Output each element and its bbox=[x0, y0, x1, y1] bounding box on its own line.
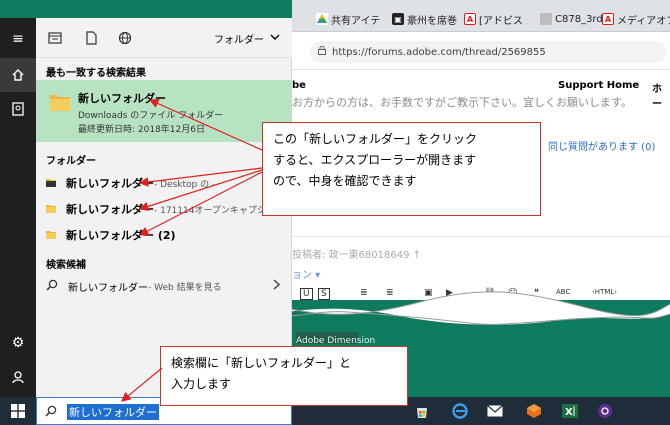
best-match-location: Downloads のファイル フォルダー bbox=[78, 111, 224, 121]
divider bbox=[292, 236, 670, 237]
app-cube-icon[interactable] bbox=[525, 402, 543, 420]
action-link[interactable]: ョン ▾ bbox=[292, 266, 320, 281]
author-line: 投稿者: 政一東68018649 ↑ bbox=[292, 250, 422, 261]
google-drive-icon bbox=[316, 13, 328, 25]
home-icon[interactable] bbox=[0, 58, 36, 92]
search-query-text: 新しいフォルダー bbox=[67, 404, 159, 420]
tab-label: 共有アイテ bbox=[331, 15, 381, 27]
list-item[interactable]: 新しいフォルダー - Desktop の - bbox=[36, 170, 292, 196]
browser-tab-3[interactable]: A [アドビス bbox=[460, 6, 532, 32]
search-icon bbox=[46, 279, 58, 294]
folder-location: - Desktop の - bbox=[154, 179, 216, 190]
apps-filter-icon[interactable] bbox=[48, 31, 62, 45]
suggestions-heading: 検索候補 bbox=[46, 260, 86, 271]
browser-tab-2[interactable]: ▣ 豪州を席巻 ✕ bbox=[388, 6, 460, 32]
tab-label: 豪州を席巻 bbox=[407, 15, 457, 27]
chevron-right-icon[interactable] bbox=[273, 279, 280, 293]
browser-tab-5[interactable]: A メディアオフ bbox=[598, 6, 670, 32]
folder-icon bbox=[46, 205, 56, 213]
store-icon[interactable] bbox=[413, 402, 431, 420]
adobe-icon: A bbox=[464, 13, 476, 25]
adobe-icon: A bbox=[602, 13, 614, 25]
post-body-text: お方からの方は、お手数ですがご教示下さい。宜しくお願いします。 bbox=[292, 96, 632, 109]
folder-name: 新しいフォルダー bbox=[66, 203, 154, 216]
media-app-icon[interactable] bbox=[596, 402, 614, 420]
best-match-result[interactable]: 新しいフォルダー Downloads のファイル フォルダー 最終更新日時: 2… bbox=[36, 80, 292, 142]
best-match-name: 新しいフォルダー bbox=[78, 92, 166, 105]
folders-heading: フォルダー bbox=[46, 156, 96, 167]
user-icon[interactable] bbox=[0, 360, 36, 394]
browser-tab-bar: 共有アイテ ✕ ▣ 豪州を席巻 ✕ A [アドビス C878_3rd ✕ A メ… bbox=[292, 0, 670, 32]
instruction-callout-open-folder: この「新しいフォルダー」をクリック すると、エクスプローラーが開きます ので、中… bbox=[262, 122, 541, 216]
svg-text:X: X bbox=[565, 407, 573, 418]
documents-filter-icon[interactable] bbox=[84, 31, 98, 45]
web-filter-globe-icon[interactable] bbox=[118, 31, 132, 45]
callout-line: ので、中身を確認できます bbox=[273, 174, 417, 188]
lock-icon bbox=[318, 46, 326, 55]
folder-icon bbox=[46, 231, 56, 239]
nav-item[interactable]: be bbox=[292, 80, 306, 91]
hamburger-menu-icon[interactable]: ≡ bbox=[0, 22, 36, 56]
nav-home[interactable]: ホー bbox=[652, 80, 670, 110]
tab-label: メディアオフ bbox=[617, 15, 670, 27]
callout-line: すると、エクスプローラーが開きます bbox=[273, 153, 477, 167]
best-match-heading: 最も一致する検索結果 bbox=[46, 68, 146, 79]
nav-support-home[interactable]: Support Home bbox=[558, 80, 639, 91]
address-bar-row: https://forums.adobe.com/thread/2569855 bbox=[292, 32, 670, 70]
windows-start-icon[interactable] bbox=[9, 402, 27, 420]
folder-icon bbox=[50, 95, 70, 111]
excel-icon[interactable]: X bbox=[561, 402, 579, 420]
folder-name: 新しいフォルダー bbox=[66, 177, 154, 190]
tab-label: [アドビス bbox=[479, 15, 523, 27]
callout-line: 入力します bbox=[171, 377, 232, 391]
address-bar[interactable]: https://forums.adobe.com/thread/2569855 bbox=[310, 41, 666, 63]
start-menu-filter-bar: フォルダー bbox=[36, 18, 292, 58]
filter-label: フォルダー bbox=[214, 35, 264, 46]
tab-label: C878_3rd bbox=[555, 13, 603, 25]
folder-icon bbox=[46, 179, 56, 187]
documents-icon[interactable] bbox=[0, 92, 36, 126]
mail-icon[interactable] bbox=[486, 402, 504, 420]
same-question-link[interactable]: 同じ質問があります (0) bbox=[548, 138, 655, 153]
filter-dropdown[interactable]: フォルダー bbox=[214, 31, 280, 46]
edge-browser-icon[interactable] bbox=[451, 402, 469, 420]
settings-gear-icon[interactable]: ⚙ bbox=[0, 326, 36, 360]
list-item[interactable]: 新しいフォルダー (2) bbox=[36, 222, 292, 248]
suggestion-text: 新しいフォルダー bbox=[68, 282, 148, 294]
document-icon bbox=[540, 13, 552, 25]
news-site-icon: ▣ bbox=[392, 13, 404, 25]
adobe-dimension-label: Adobe Dimension bbox=[296, 336, 376, 346]
best-match-modified: 最終更新日時: 2018年12月6日 bbox=[78, 125, 205, 135]
chevron-down-icon bbox=[270, 33, 280, 44]
callout-line: 検索欄に「新しいフォルダー」と bbox=[171, 356, 352, 370]
list-item[interactable]: 新しいフォルダー - 171114オープンキャプション の - bbox=[36, 196, 292, 222]
web-suggestion-item[interactable]: 新しいフォルダー - Web 結果を見る bbox=[36, 273, 292, 299]
search-icon bbox=[45, 405, 57, 417]
url-text: https://forums.adobe.com/thread/2569855 bbox=[332, 46, 546, 58]
callout-line: この「新しいフォルダー」をクリック bbox=[273, 132, 478, 146]
folder-name: 新しいフォルダー (2) bbox=[66, 229, 176, 242]
browser-tab-1[interactable]: 共有アイテ ✕ bbox=[312, 6, 384, 32]
suggestion-extra: - Web 結果を見る bbox=[148, 282, 222, 293]
instruction-callout-search: 検索欄に「新しいフォルダー」と 入力します bbox=[160, 346, 408, 406]
